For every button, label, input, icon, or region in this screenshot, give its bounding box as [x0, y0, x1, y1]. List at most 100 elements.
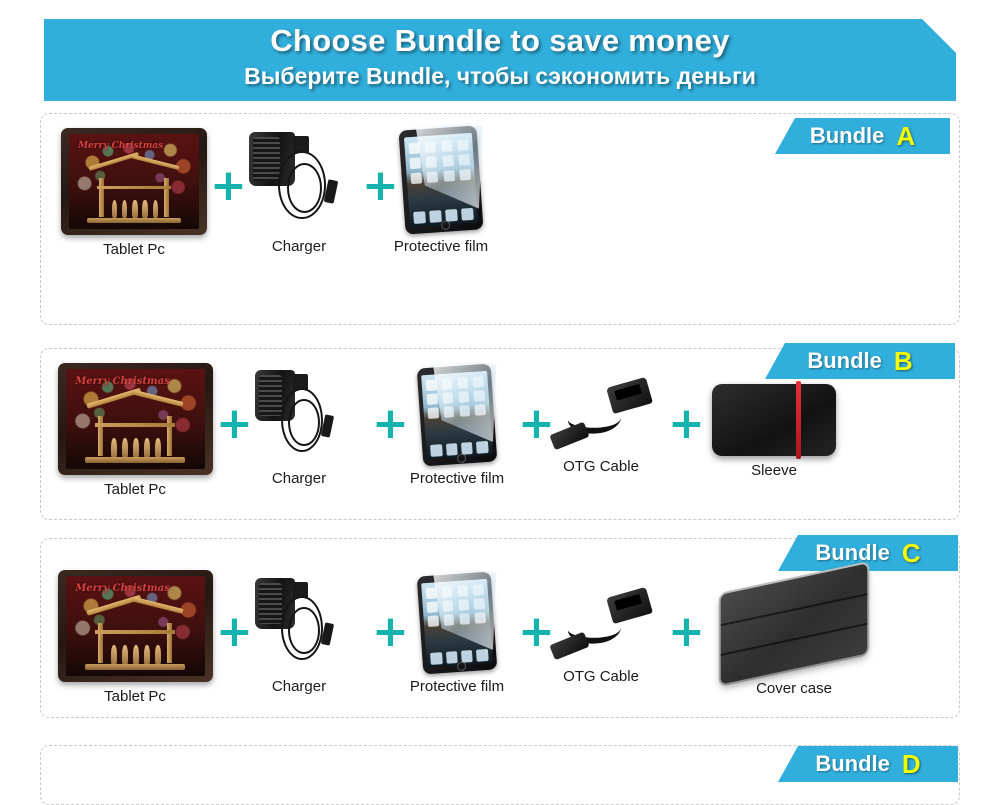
bundle-b-item-protective-film[interactable]: Protective film — [398, 366, 516, 487]
protective-film-icon — [398, 125, 483, 235]
item-label: Charger — [271, 678, 327, 695]
nativity-figure — [132, 644, 139, 665]
nativity-figure — [110, 644, 117, 665]
bundle-c-item-tablet-pc[interactable]: Merry Christmas Tablet Pc — [55, 570, 215, 705]
stable-post-left — [97, 415, 103, 457]
tablet-screen-text: Merry Christmas — [75, 376, 170, 387]
item-label: Cover case — [756, 680, 832, 697]
stable-post-left — [97, 622, 103, 664]
bundle-tag-label: Bundle — [809, 123, 885, 148]
item-label: OTG Cable — [563, 668, 639, 685]
header-banner: Choose Bundle to save money Выберите Bun… — [44, 19, 956, 101]
item-label: Protective film — [393, 238, 489, 255]
stable-roof-right — [131, 596, 184, 614]
nativity-figure — [144, 437, 150, 458]
film-home-button — [456, 661, 466, 671]
nativity-ground — [84, 664, 186, 670]
charger-ribs — [258, 374, 283, 416]
charger-ribs — [253, 137, 281, 182]
nativity-figure — [111, 199, 118, 219]
bundle-c-item-protective-film[interactable]: Protective film — [398, 574, 516, 695]
nativity-figure — [155, 437, 162, 458]
tablet-screen-text: Merry Christmas — [78, 140, 164, 151]
sleeve-icon — [712, 381, 836, 459]
bundle-tag-a[interactable]: Bundle A — [775, 118, 950, 154]
bundle-tag-b[interactable]: Bundle B — [765, 343, 955, 379]
item-label: Tablet Pc — [104, 481, 166, 498]
bundle-tag-label: Bundle — [807, 348, 882, 373]
otg-micro-usb-connector — [549, 632, 590, 661]
bundle-c-item-cover-case[interactable]: Cover case — [716, 563, 872, 697]
bundle-tag-letter: B — [893, 345, 913, 376]
bundle-tag-letter: D — [901, 748, 921, 779]
bundle-b-item-sleeve[interactable]: Sleeve — [710, 381, 838, 479]
cover-case-fold-line — [720, 593, 868, 626]
nativity-figure — [155, 644, 162, 665]
nativity-ground — [84, 457, 186, 463]
plus-separator: + — [216, 606, 253, 657]
nativity-figure — [121, 437, 128, 458]
sleeve-elastic-strap — [796, 381, 802, 459]
banner-title: Choose Bundle to save money — [270, 23, 730, 58]
charger-ribs — [258, 582, 283, 624]
nativity-scene — [87, 151, 181, 224]
otg-micro-usb-connector — [549, 422, 590, 451]
stable-beam — [96, 185, 172, 189]
nativity-figure — [132, 437, 139, 458]
cover-case-body — [720, 563, 868, 685]
bundle-tag-letter: A — [896, 120, 916, 151]
item-label: Charger — [271, 470, 327, 487]
charger-cable — [286, 163, 322, 214]
bundle-tag-c[interactable]: Bundle C — [778, 535, 958, 571]
charger-icon — [253, 366, 345, 464]
charger-cable — [287, 607, 320, 655]
nativity-scene — [84, 594, 186, 670]
bundle-b-item-otg-cable[interactable]: OTG Cable — [548, 377, 654, 475]
charger-icon — [247, 128, 351, 232]
nativity-ground — [87, 217, 181, 224]
stable-beam — [94, 630, 176, 634]
nativity-figure — [152, 199, 159, 219]
protective-film-icon — [416, 572, 498, 675]
stable-roof-right — [131, 153, 180, 170]
tablet-screen-text: Merry Christmas — [75, 583, 170, 594]
item-label: Tablet Pc — [104, 688, 166, 705]
nativity-scene — [84, 387, 186, 463]
cover-case-fold-line — [720, 622, 868, 656]
bundle-tag-label: Bundle — [815, 751, 890, 776]
bundle-c-item-charger[interactable]: Charger — [252, 574, 346, 695]
stable-post-right — [167, 622, 173, 664]
charger-icon — [253, 574, 345, 672]
stable-post-left — [99, 178, 105, 218]
stable-post-right — [167, 415, 173, 457]
bundle-b-item-tablet-pc[interactable]: Merry Christmas Tablet Pc — [55, 363, 215, 498]
stable-post-right — [163, 178, 169, 218]
bundle-a-item-tablet-pc[interactable]: Merry Christmas Tablet Pc — [58, 128, 210, 258]
film-home-button — [440, 220, 451, 231]
protective-film-icon — [416, 364, 498, 467]
bundle-a-item-protective-film[interactable]: Protective film — [382, 128, 500, 255]
bundle-tag-letter: C — [901, 537, 921, 568]
item-label: Protective film — [409, 678, 505, 695]
nativity-figure — [121, 199, 128, 219]
bundle-a-item-charger[interactable]: Charger — [245, 128, 353, 255]
bundle-b-item-charger[interactable]: Charger — [252, 366, 346, 487]
bundle-c-item-otg-cable[interactable]: OTG Cable — [548, 587, 654, 685]
plus-separator: + — [668, 606, 705, 657]
cover-case-icon — [720, 563, 868, 685]
tablet-screen: Merry Christmas — [65, 576, 205, 676]
nativity-figure — [142, 199, 149, 219]
tablet-pc-icon: Merry Christmas — [57, 363, 213, 475]
nativity-figure — [121, 644, 128, 665]
tablet-pc-icon: Merry Christmas — [57, 570, 213, 682]
bundle-tag-label: Bundle — [815, 540, 890, 565]
stable-roof-right — [131, 389, 184, 407]
nativity-figure — [144, 644, 150, 665]
nativity-figure — [110, 437, 117, 458]
bundle-tag-d[interactable]: Bundle D — [778, 746, 958, 782]
item-label: OTG Cable — [563, 458, 639, 475]
otg-cable-icon — [549, 587, 653, 662]
plus-separator: + — [668, 398, 705, 449]
banner-subtitle: Выберите Bundle, чтобы сэкономить деньги — [244, 63, 756, 89]
stable-beam — [94, 423, 176, 427]
